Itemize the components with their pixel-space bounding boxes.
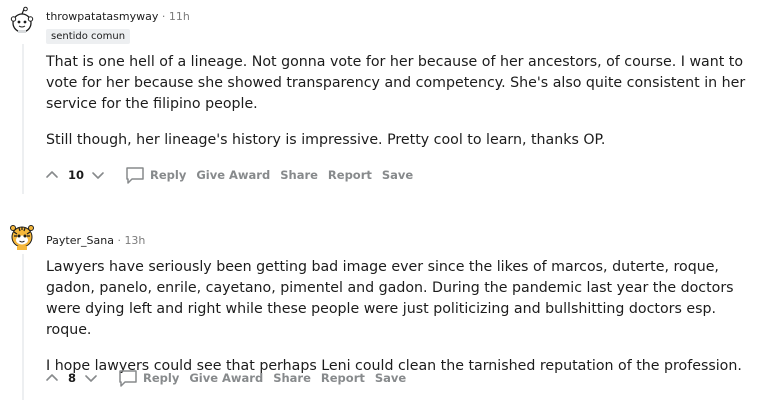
timestamp[interactable]: 13h xyxy=(124,234,145,247)
comment-actions: 8 Reply Give Award Share Report Save xyxy=(42,366,406,390)
comment-paragraph: Lawyers have seriously been getting bad … xyxy=(46,259,734,338)
downvote-icon[interactable] xyxy=(81,368,101,388)
give-award-button[interactable]: Give Award xyxy=(189,366,263,390)
comment-paragraph: That is one hell of a lineage. Not gonna… xyxy=(46,54,746,112)
thread-line[interactable] xyxy=(22,44,24,194)
tiger-snoo-avatar-icon[interactable] xyxy=(8,222,36,250)
username[interactable]: Payter_Sana xyxy=(46,234,114,247)
comment-actions: 10 Reply Give Award Share Report Save xyxy=(42,163,413,187)
reply-button[interactable]: Reply xyxy=(117,366,179,390)
reply-label: Reply xyxy=(143,371,180,385)
comment-body: Lawyers have seriously been getting bad … xyxy=(46,257,756,377)
vote-score: 8 xyxy=(68,371,77,385)
timestamp[interactable]: 11h xyxy=(169,10,190,23)
comment-bubble-icon xyxy=(119,370,137,387)
report-button[interactable]: Report xyxy=(328,163,372,187)
downvote-icon[interactable] xyxy=(88,165,108,185)
give-award-button[interactable]: Give Award xyxy=(196,163,270,187)
separator: · xyxy=(161,10,166,23)
vote-score: 10 xyxy=(68,168,85,182)
comment: throwpatatasmyway · 11h sentido comun Th… xyxy=(0,0,759,200)
save-button[interactable]: Save xyxy=(382,163,413,187)
share-button[interactable]: Share xyxy=(280,163,318,187)
comment-paragraph: Still though, her lineage's history is i… xyxy=(46,132,606,148)
user-flair: sentido comun xyxy=(46,29,131,44)
thread-line[interactable] xyxy=(22,254,24,400)
comment-bubble-icon xyxy=(126,167,144,184)
report-button[interactable]: Report xyxy=(321,366,365,390)
comment-body: That is one hell of a lineage. Not gonna… xyxy=(46,52,756,151)
comment-author-line: throwpatatasmyway · 11h xyxy=(46,10,190,23)
comment: Payter_Sana · 13h Lawyers have seriously… xyxy=(0,212,759,402)
share-button[interactable]: Share xyxy=(273,366,311,390)
upvote-icon[interactable] xyxy=(42,368,62,388)
separator: · xyxy=(117,234,121,247)
reply-label: Reply xyxy=(150,168,187,182)
reply-button[interactable]: Reply xyxy=(124,163,186,187)
comment-author-line: Payter_Sana · 13h xyxy=(46,234,145,247)
username[interactable]: throwpatatasmyway xyxy=(46,10,158,23)
save-button[interactable]: Save xyxy=(375,366,406,390)
snoo-avatar-icon[interactable] xyxy=(8,6,36,34)
upvote-icon[interactable] xyxy=(42,165,62,185)
